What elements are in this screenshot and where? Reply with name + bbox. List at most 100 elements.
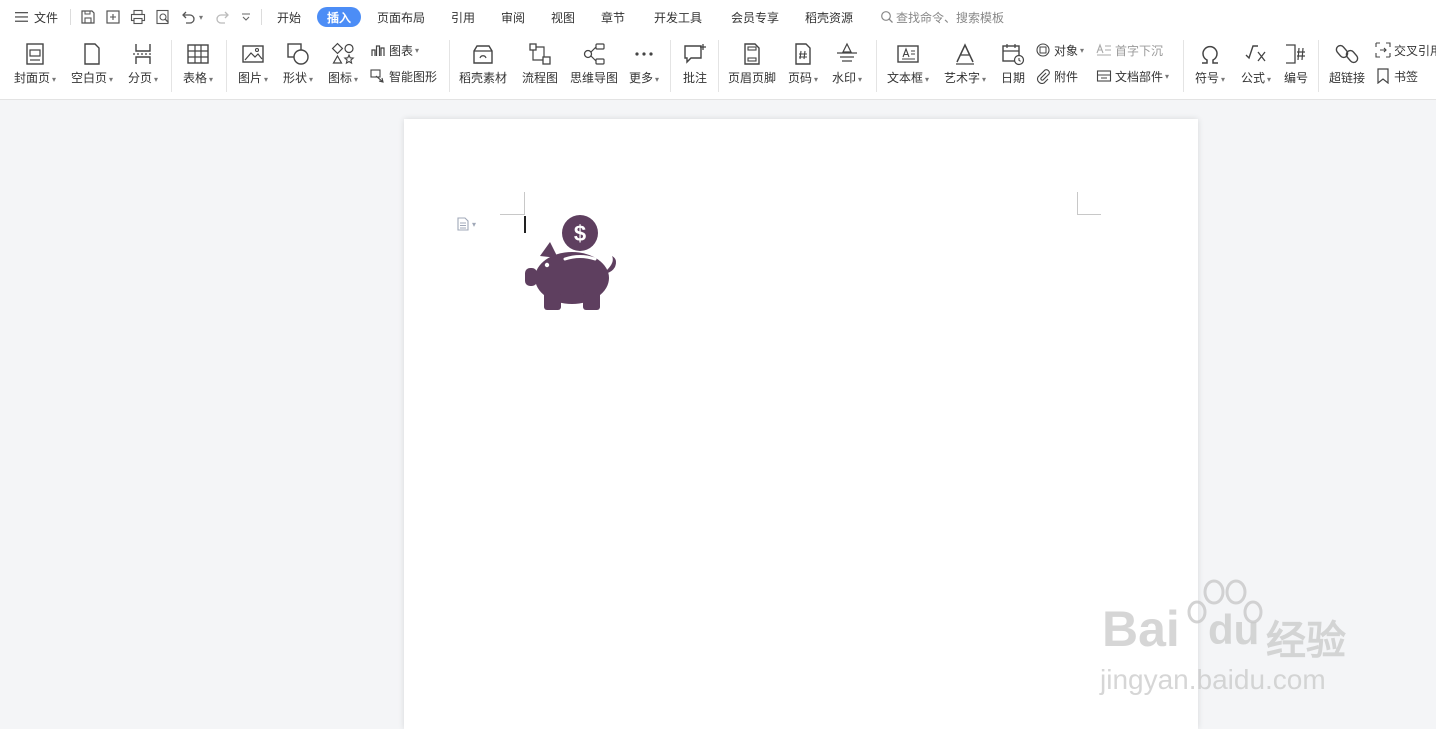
cover-page-label: 封面页 (13, 71, 50, 85)
cross-reference-button[interactable]: 交叉引用 (1375, 39, 1436, 61)
chevron-down-icon: ▾ (1267, 75, 1272, 84)
object-button[interactable]: 对象 ▾ (1035, 39, 1084, 61)
save-button[interactable] (79, 0, 97, 34)
redo-icon (216, 11, 229, 24)
redo-button[interactable] (214, 0, 232, 34)
file-menu-button[interactable]: 文件 (14, 0, 58, 34)
text-box-icon (897, 45, 919, 63)
group-divider (226, 40, 227, 92)
export-pdf-button[interactable] (104, 0, 122, 34)
menu-bar: 文件 ▾ 开始 插入 页面布局 引用 审阅 视图 章节 开发工具 会员专享 稻壳… (0, 0, 1436, 34)
comment-button[interactable]: 批注 (677, 40, 713, 92)
calendar-icon (1002, 44, 1025, 66)
blank-page-button[interactable]: 空白页 ▾ (67, 40, 117, 92)
word-art-label: 艺术字 (943, 71, 980, 85)
more-dots-icon (635, 52, 653, 56)
customize-toolbar-button[interactable] (240, 0, 252, 34)
doc-parts-icon (1096, 70, 1112, 82)
comment-label: 批注 (682, 71, 707, 85)
page-number-button[interactable]: 页码 ▾ (784, 40, 822, 92)
icon-library-label: 图标 (327, 71, 352, 85)
symbol-button[interactable]: 符号 ▾ (1190, 40, 1230, 92)
comment-icon (684, 44, 706, 64)
drop-cap-label: 首字下沉 (1115, 43, 1164, 58)
icon-library-button[interactable]: 图标 ▾ (323, 40, 363, 92)
search-icon (881, 11, 893, 23)
smart-art-button[interactable]: 智能图形 (370, 65, 437, 87)
shape-icon (287, 43, 309, 65)
tab-review[interactable]: 审阅 (494, 7, 532, 27)
hyperlink-label: 超链接 (1328, 71, 1365, 85)
print-preview-button[interactable] (154, 0, 172, 34)
mindmap-button[interactable]: 思维导图 (567, 40, 621, 92)
divider (261, 9, 262, 25)
page-number-label: 页码 (787, 71, 812, 85)
chart-label: 图表 (389, 43, 414, 58)
tab-start[interactable]: 开始 (270, 7, 308, 27)
smart-art-icon (370, 69, 384, 83)
picture-button[interactable]: 图片 ▾ (233, 40, 273, 92)
bookmark-button[interactable]: 书签 (1375, 65, 1418, 87)
paragraph-layout-button[interactable]: ▾ (457, 217, 476, 231)
formula-label: 公式 (1240, 71, 1265, 85)
cover-page-button[interactable]: 封面页 ▾ (10, 40, 60, 92)
print-button[interactable] (129, 0, 147, 34)
tab-member[interactable]: 会员专享 (724, 7, 786, 27)
tab-page-layout[interactable]: 页面布局 (370, 7, 432, 27)
numbering-icon (1286, 44, 1305, 64)
text-box-button[interactable]: 文本框 ▾ (883, 40, 933, 92)
paperclip-icon (1037, 69, 1050, 84)
shape-label: 形状 (282, 71, 307, 85)
file-menu-label: 文件 (34, 10, 59, 25)
margin-corner-top-right (1077, 192, 1101, 215)
chart-button[interactable]: 图表 ▾ (370, 39, 419, 61)
page-number-icon (795, 43, 811, 65)
chevron-down-icon: ▾ (109, 75, 114, 84)
chevron-down-icon: ▾ (655, 75, 660, 84)
tab-section[interactable]: 章节 (594, 7, 632, 27)
shape-button[interactable]: 形状 ▾ (278, 40, 318, 92)
flowchart-button[interactable]: 流程图 (518, 40, 562, 92)
piggy-bank-icon[interactable]: $ (524, 212, 620, 312)
chevron-down-icon: ▾ (52, 75, 57, 84)
formula-button[interactable]: 公式 ▾ (1236, 40, 1276, 92)
docer-material-button[interactable]: 稻壳素材 (455, 40, 511, 92)
more-label: 更多 (628, 71, 653, 85)
group-divider (1318, 40, 1319, 92)
chevron-down-icon: ▾ (209, 75, 214, 84)
drop-cap-icon (1096, 43, 1111, 56)
bookmark-label: 书签 (1394, 69, 1419, 84)
doc-parts-button[interactable]: 文档部件 ▾ (1096, 65, 1169, 87)
drop-cap-button[interactable]: 首字下沉 (1096, 39, 1163, 61)
tab-insert[interactable]: 插入 (317, 7, 361, 27)
search-placeholder: 查找命令、搜索模板 (896, 10, 1005, 25)
tab-developer[interactable]: 开发工具 (647, 7, 709, 27)
chevron-down-icon: ▾ (309, 75, 314, 84)
table-button[interactable]: 表格 ▾ (178, 40, 218, 92)
export-icon (106, 10, 120, 24)
attachment-button[interactable]: 附件 (1035, 65, 1078, 87)
header-footer-button[interactable]: 页眉页脚 (724, 40, 780, 92)
tab-references[interactable]: 引用 (444, 7, 482, 27)
watermark-button[interactable]: 水印 ▾ (828, 40, 866, 92)
group-divider (1183, 40, 1184, 92)
group-divider (718, 40, 719, 92)
chevron-down-icon: ▾ (264, 75, 269, 84)
undo-button[interactable]: ▾ (179, 0, 203, 34)
symbol-label: 符号 (1194, 71, 1219, 85)
formula-icon (1245, 45, 1266, 62)
tab-docer-resources[interactable]: 稻壳资源 (798, 7, 860, 27)
mindmap-icon (583, 43, 605, 65)
more-button[interactable]: 更多 ▾ (625, 40, 663, 92)
page-break-button[interactable]: 分页 ▾ (123, 40, 163, 92)
tab-view[interactable]: 视图 (544, 7, 582, 27)
watermark-label: 水印 (831, 71, 856, 85)
group-divider (876, 40, 877, 92)
mindmap-label: 思维导图 (569, 71, 618, 85)
word-art-button[interactable]: 艺术字 ▾ (940, 40, 990, 92)
command-search[interactable]: 查找命令、搜索模板 (880, 0, 1004, 34)
numbering-button[interactable]: 编号 (1280, 40, 1312, 92)
date-button[interactable]: 日期 (997, 40, 1029, 92)
chevron-down-icon: ▾ (814, 75, 819, 84)
hyperlink-button[interactable]: 超链接 (1324, 40, 1370, 92)
